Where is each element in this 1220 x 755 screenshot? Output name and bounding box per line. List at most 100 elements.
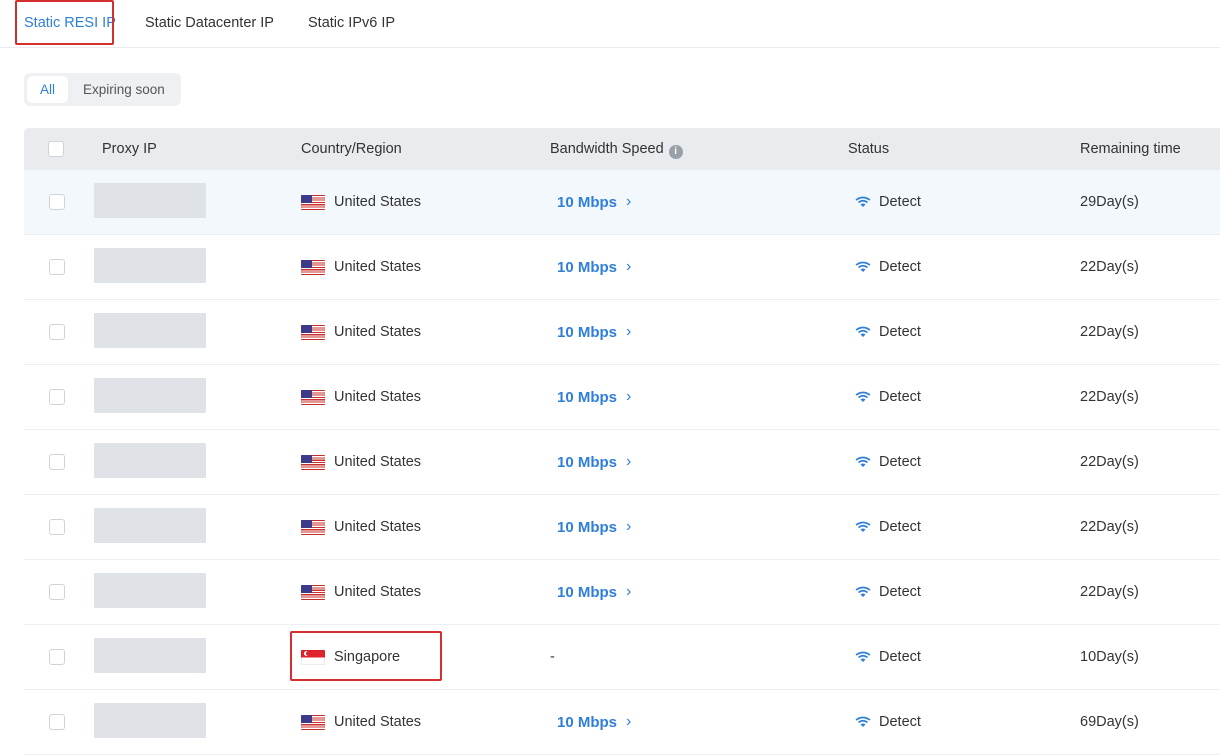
chevron-right-icon: › [626, 258, 632, 275]
proxy-ip-redacted [94, 638, 206, 673]
status-label: Detect [879, 194, 921, 210]
detect-button[interactable]: Detect [855, 690, 921, 754]
filter-expiring-soon-button[interactable]: Expiring soon [83, 76, 165, 103]
tab-static-ipv6-ip[interactable]: Static IPv6 IP [308, 0, 395, 47]
proxy-ip-redacted [94, 378, 206, 413]
us-flag-icon [301, 324, 325, 340]
wifi-signal-icon [855, 326, 871, 337]
country-name: United States [334, 194, 422, 210]
row-checkbox[interactable] [49, 714, 65, 730]
bandwidth-link[interactable]: 10 Mbps › [557, 235, 631, 299]
status-label: Detect [879, 584, 921, 600]
table-row: United States 10 Mbps › Detect 22Day(s) [24, 430, 1220, 495]
filter-segmented-control: All Expiring soon [24, 73, 181, 106]
header-status: Status [848, 141, 890, 157]
row-checkbox[interactable] [49, 454, 65, 470]
tab-static-datacenter-ip[interactable]: Static Datacenter IP [145, 0, 274, 47]
table-row: United States 10 Mbps › Detect 22Day(s) [24, 560, 1220, 625]
chevron-right-icon: › [626, 323, 632, 340]
bandwidth-link[interactable]: 10 Mbps › [557, 430, 631, 494]
country-name: United States [334, 584, 422, 600]
table-row: United States 10 Mbps › Detect 22Day(s) [24, 495, 1220, 560]
wifi-signal-icon [855, 456, 871, 467]
header-bandwidth-label: Bandwidth Speed [550, 141, 664, 157]
table-row: United States 10 Mbps › Detect 29Day(s) [24, 170, 1220, 235]
country-cell: United States [301, 365, 421, 429]
select-all-checkbox[interactable] [48, 141, 64, 157]
detect-button[interactable]: Detect [855, 235, 921, 299]
us-flag-icon [301, 259, 325, 275]
proxy-ip-redacted [94, 443, 206, 478]
detect-button[interactable]: Detect [855, 560, 921, 624]
table-row: United States 10 Mbps › Detect 22Day(s) [24, 235, 1220, 300]
wifi-signal-icon [855, 651, 871, 662]
remaining-time: 22Day(s) [1080, 454, 1139, 470]
row-checkbox[interactable] [49, 584, 65, 600]
country-cell: United States [301, 300, 421, 364]
proxy-ip-redacted [94, 248, 206, 283]
remaining-time: 69Day(s) [1080, 714, 1139, 730]
info-icon[interactable]: i [668, 145, 683, 159]
sg-flag-icon [301, 649, 325, 665]
chevron-right-icon: › [626, 388, 632, 405]
table-row: United States 10 Mbps › Detect 69Day(s) [24, 690, 1220, 755]
bandwidth-empty: - [550, 649, 555, 665]
country-name: United States [334, 454, 422, 470]
bandwidth-link[interactable]: 10 Mbps › [557, 495, 631, 559]
tab-static-resi-ip[interactable]: Static RESI IP [24, 0, 116, 47]
wifi-signal-icon [855, 716, 871, 727]
detect-button[interactable]: Detect [855, 300, 921, 364]
proxy-ip-redacted [94, 508, 206, 543]
status-label: Detect [879, 454, 921, 470]
detect-button[interactable]: Detect [855, 365, 921, 429]
row-checkbox[interactable] [49, 389, 65, 405]
wifi-signal-icon [855, 586, 871, 597]
bandwidth-link[interactable]: 10 Mbps › [557, 170, 631, 234]
us-flag-icon [301, 389, 325, 405]
table-header: Proxy IP Country/Region Bandwidth Speed i… [24, 128, 1220, 170]
row-checkbox[interactable] [49, 194, 65, 210]
remaining-time: 22Day(s) [1080, 519, 1139, 535]
detect-button[interactable]: Detect [855, 625, 921, 689]
country-name: Singapore [334, 649, 401, 665]
row-checkbox[interactable] [49, 259, 65, 275]
chevron-right-icon: › [626, 453, 632, 470]
status-label: Detect [879, 324, 921, 340]
header-country-region: Country/Region [301, 141, 402, 157]
bandwidth-link[interactable]: 10 Mbps › [557, 300, 631, 364]
bandwidth-link[interactable]: 10 Mbps › [557, 560, 631, 624]
detect-button[interactable]: Detect [855, 495, 921, 559]
country-cell: United States [301, 235, 421, 299]
remaining-time: 10Day(s) [1080, 649, 1139, 665]
proxy-table: Proxy IP Country/Region Bandwidth Speed i… [24, 128, 1220, 755]
bandwidth-link[interactable]: 10 Mbps › [557, 690, 631, 754]
bandwidth-value: 10 Mbps [557, 193, 618, 211]
chevron-right-icon: › [626, 193, 632, 210]
table-row: United States 10 Mbps › Detect 22Day(s) [24, 365, 1220, 430]
row-checkbox[interactable] [49, 649, 65, 665]
bandwidth-link[interactable]: 10 Mbps › [557, 365, 631, 429]
us-flag-icon [301, 584, 325, 600]
country-cell: United States [301, 495, 421, 559]
remaining-time: 22Day(s) [1080, 584, 1139, 600]
remaining-time: 29Day(s) [1080, 194, 1139, 210]
header-remaining-time: Remaining time [1080, 141, 1181, 157]
country-name: United States [334, 519, 422, 535]
row-checkbox[interactable] [49, 519, 65, 535]
row-checkbox[interactable] [49, 324, 65, 340]
us-flag-icon [301, 454, 325, 470]
filter-all-button[interactable]: All [27, 76, 68, 103]
us-flag-icon [301, 194, 325, 210]
detect-button[interactable]: Detect [855, 430, 921, 494]
proxy-type-tabs: Static RESI IP Static Datacenter IP Stat… [0, 0, 1220, 48]
table-row: Singapore - Detect 10Day(s) [24, 625, 1220, 690]
bandwidth-value: 10 Mbps [557, 583, 618, 601]
wifi-signal-icon [855, 521, 871, 532]
status-label: Detect [879, 389, 921, 405]
country-name: United States [334, 714, 422, 730]
country-cell: Singapore [301, 625, 400, 689]
detect-button[interactable]: Detect [855, 170, 921, 234]
proxy-ip-redacted [94, 313, 206, 348]
us-flag-icon [301, 714, 325, 730]
proxy-ip-redacted [94, 573, 206, 608]
